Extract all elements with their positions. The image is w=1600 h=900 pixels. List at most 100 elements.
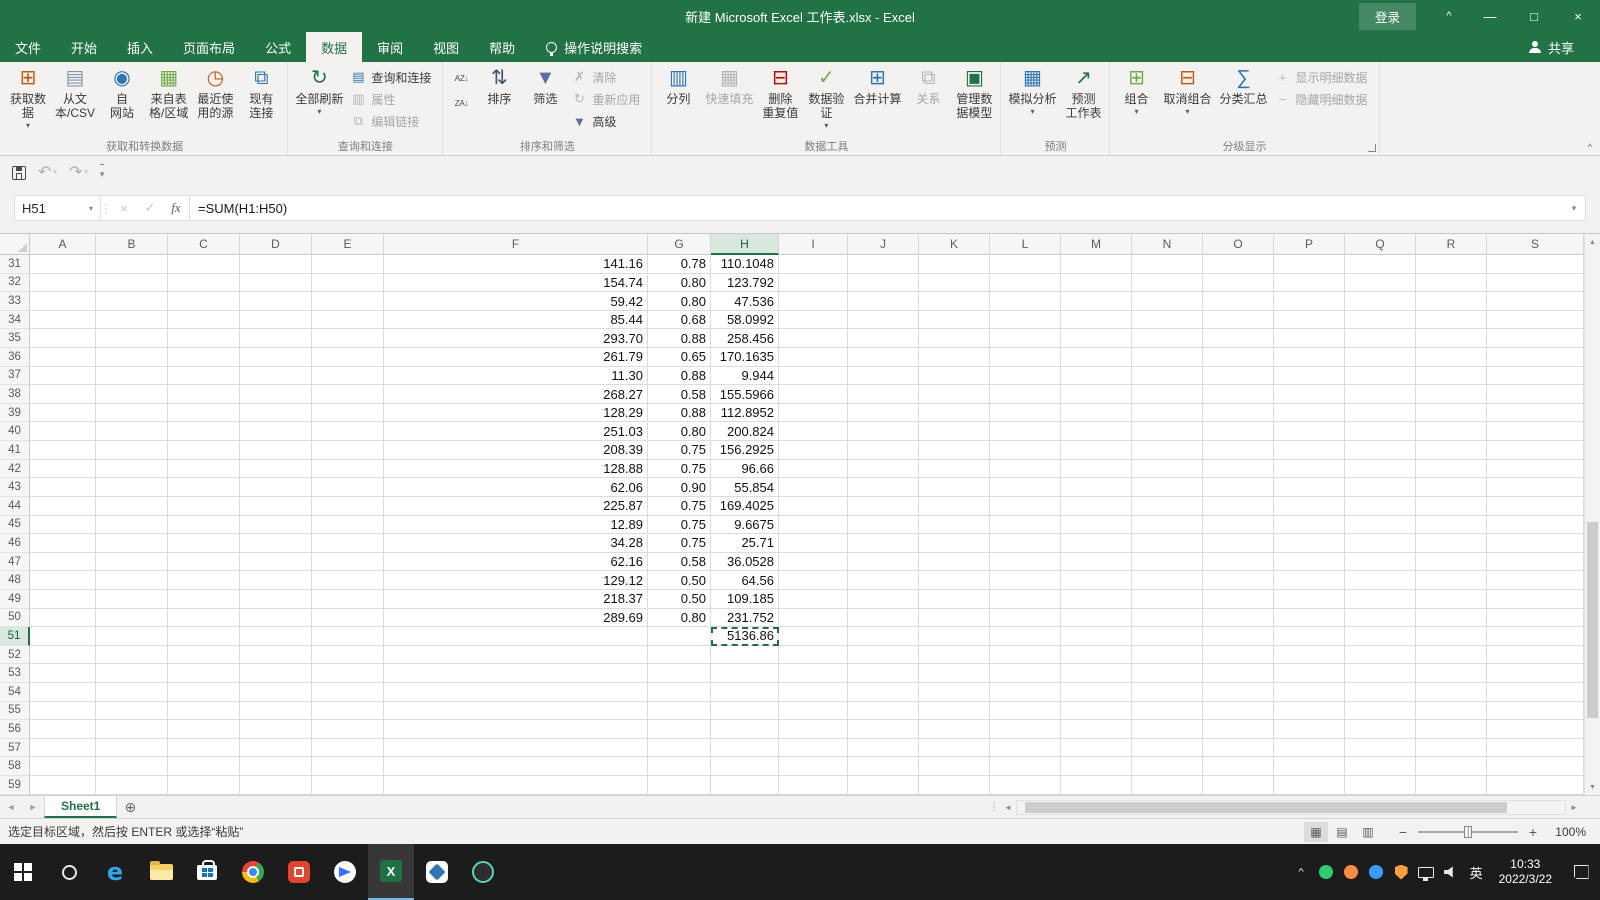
cell-R50[interactable] — [1416, 609, 1487, 628]
cell-B36[interactable] — [96, 348, 168, 367]
cell-L32[interactable] — [990, 274, 1061, 293]
row-header-43[interactable]: 43 — [0, 478, 30, 497]
cell-F33[interactable]: 59.42 — [384, 292, 648, 311]
column-header-P[interactable]: P — [1274, 234, 1345, 255]
name-box[interactable]: H51 ▾ — [15, 196, 101, 220]
zoom-out-button[interactable]: − — [1396, 824, 1410, 840]
cell-O48[interactable] — [1203, 571, 1274, 590]
cell-A47[interactable] — [30, 553, 96, 572]
column-header-O[interactable]: O — [1203, 234, 1274, 255]
cell-I39[interactable] — [779, 404, 848, 423]
cell-F34[interactable]: 85.44 — [384, 311, 648, 330]
cell-O32[interactable] — [1203, 274, 1274, 293]
cell-A52[interactable] — [30, 646, 96, 665]
cell-A43[interactable] — [30, 478, 96, 497]
cell-F59[interactable] — [384, 776, 648, 795]
taskbar-red-app-button[interactable] — [276, 844, 322, 900]
cell-H51[interactable]: 5136.86 — [711, 627, 779, 646]
cell-D45[interactable] — [240, 516, 312, 535]
cell-A32[interactable] — [30, 274, 96, 293]
cell-C41[interactable] — [168, 441, 240, 460]
cell-C46[interactable] — [168, 534, 240, 553]
cell-C55[interactable] — [168, 702, 240, 721]
cell-F58[interactable] — [384, 757, 648, 776]
cell-O41[interactable] — [1203, 441, 1274, 460]
cell-S59[interactable] — [1487, 776, 1584, 795]
cell-G38[interactable]: 0.58 — [648, 385, 711, 404]
cell-S41[interactable] — [1487, 441, 1584, 460]
cell-L34[interactable] — [990, 311, 1061, 330]
cell-P55[interactable] — [1274, 702, 1345, 721]
cell-Q57[interactable] — [1345, 739, 1416, 758]
cell-R32[interactable] — [1416, 274, 1487, 293]
cell-G50[interactable]: 0.80 — [648, 609, 711, 628]
redo-button[interactable]: ↷▾ — [69, 165, 88, 181]
cell-H39[interactable]: 112.8952 — [711, 404, 779, 423]
cell-H37[interactable]: 9.944 — [711, 367, 779, 386]
cell-C39[interactable] — [168, 404, 240, 423]
cell-J39[interactable] — [848, 404, 919, 423]
cell-N47[interactable] — [1132, 553, 1203, 572]
cell-A54[interactable] — [30, 683, 96, 702]
row-header-37[interactable]: 37 — [0, 367, 30, 386]
cell-F57[interactable] — [384, 739, 648, 758]
cell-C31[interactable] — [168, 255, 240, 274]
cell-C42[interactable] — [168, 460, 240, 479]
taskbar-clock[interactable]: 10:33 2022/3/22 — [1489, 857, 1562, 887]
cell-K52[interactable] — [919, 646, 990, 665]
cell-B37[interactable] — [96, 367, 168, 386]
cell-R39[interactable] — [1416, 404, 1487, 423]
cell-R57[interactable] — [1416, 739, 1487, 758]
cell-G40[interactable]: 0.80 — [648, 422, 711, 441]
cell-J51[interactable] — [848, 627, 919, 646]
cell-S58[interactable] — [1487, 757, 1584, 776]
column-header-E[interactable]: E — [312, 234, 384, 255]
cell-Q31[interactable] — [1345, 255, 1416, 274]
cell-C49[interactable] — [168, 590, 240, 609]
cell-K59[interactable] — [919, 776, 990, 795]
consolidate-button[interactable]: ⊞合并计算 — [849, 63, 905, 139]
cell-M47[interactable] — [1061, 553, 1132, 572]
cell-C36[interactable] — [168, 348, 240, 367]
cell-F53[interactable] — [384, 664, 648, 683]
cell-N40[interactable] — [1132, 422, 1203, 441]
cell-D33[interactable] — [240, 292, 312, 311]
cell-C58[interactable] — [168, 757, 240, 776]
ribbon-tab-页面布局[interactable]: 页面布局 — [168, 32, 250, 62]
cell-N48[interactable] — [1132, 571, 1203, 590]
cell-M44[interactable] — [1061, 497, 1132, 516]
cell-G56[interactable] — [648, 720, 711, 739]
cell-I31[interactable] — [779, 255, 848, 274]
cell-C52[interactable] — [168, 646, 240, 665]
cell-C33[interactable] — [168, 292, 240, 311]
cell-J32[interactable] — [848, 274, 919, 293]
cell-P53[interactable] — [1274, 664, 1345, 683]
cell-E47[interactable] — [312, 553, 384, 572]
cell-A35[interactable] — [30, 329, 96, 348]
cell-N54[interactable] — [1132, 683, 1203, 702]
cell-A55[interactable] — [30, 702, 96, 721]
cell-E38[interactable] — [312, 385, 384, 404]
cell-B50[interactable] — [96, 609, 168, 628]
cell-E42[interactable] — [312, 460, 384, 479]
cell-P39[interactable] — [1274, 404, 1345, 423]
cell-A36[interactable] — [30, 348, 96, 367]
cell-G35[interactable]: 0.88 — [648, 329, 711, 348]
cell-N53[interactable] — [1132, 664, 1203, 683]
cell-J59[interactable] — [848, 776, 919, 795]
cell-S48[interactable] — [1487, 571, 1584, 590]
cell-F48[interactable]: 129.12 — [384, 571, 648, 590]
cell-K57[interactable] — [919, 739, 990, 758]
cell-J38[interactable] — [848, 385, 919, 404]
forecast-sheet-button[interactable]: ↗预测 工作表 — [1060, 63, 1106, 139]
cell-P41[interactable] — [1274, 441, 1345, 460]
filter-button[interactable]: ▼筛选 — [522, 63, 568, 139]
cell-J52[interactable] — [848, 646, 919, 665]
cell-N51[interactable] — [1132, 627, 1203, 646]
cell-Q42[interactable] — [1345, 460, 1416, 479]
cell-L39[interactable] — [990, 404, 1061, 423]
cell-D32[interactable] — [240, 274, 312, 293]
cell-R54[interactable] — [1416, 683, 1487, 702]
cell-G44[interactable]: 0.75 — [648, 497, 711, 516]
cell-K40[interactable] — [919, 422, 990, 441]
